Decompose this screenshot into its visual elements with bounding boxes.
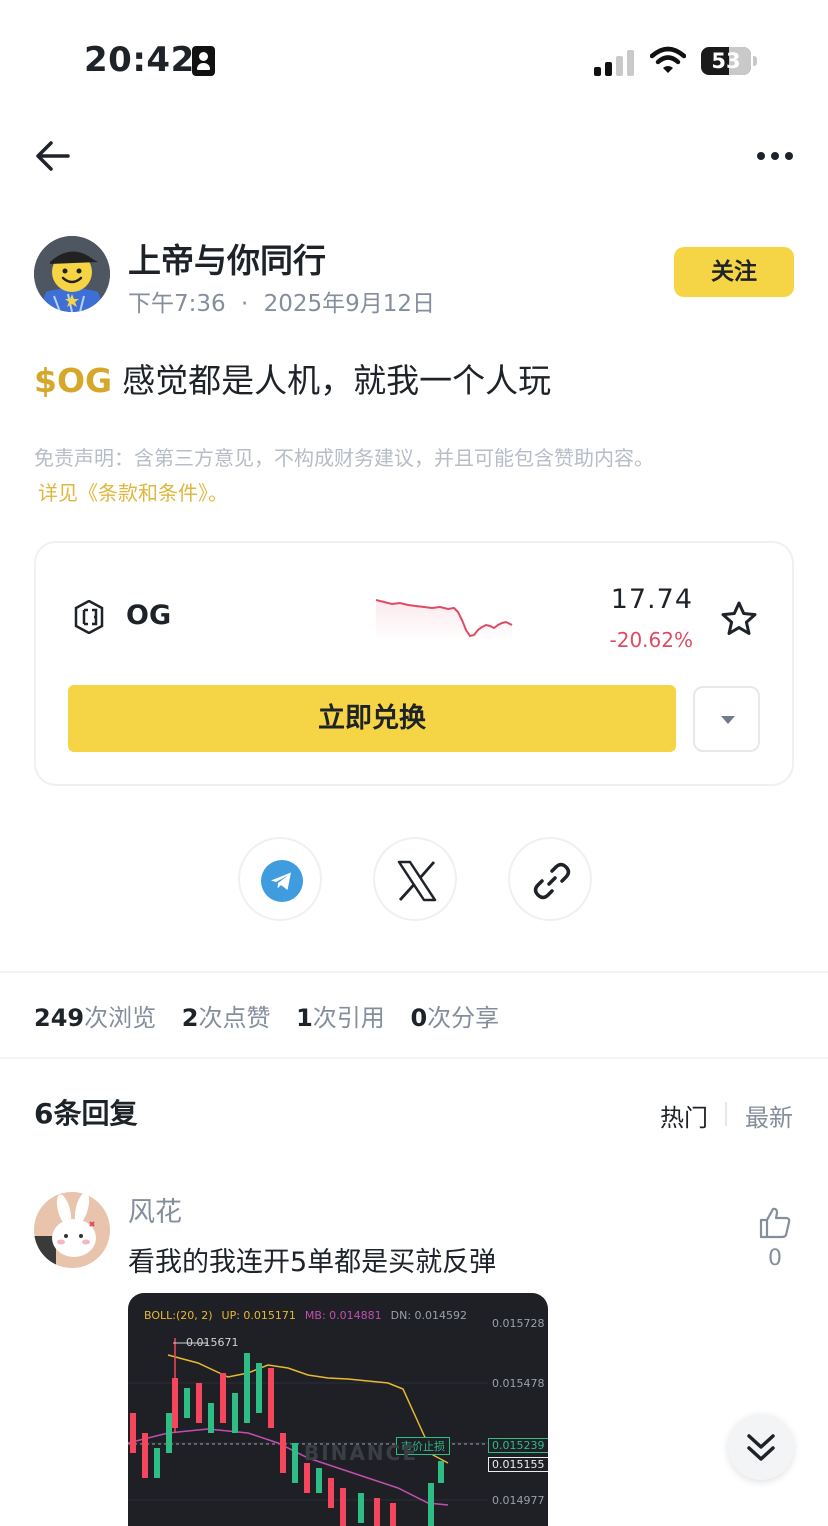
thumbs-up-icon[interactable] <box>758 1206 792 1240</box>
terms-link[interactable]: 详见《条款和条件》。 <box>38 477 228 506</box>
swap-options-dropdown[interactable] <box>693 686 760 752</box>
link-icon <box>533 862 571 900</box>
ticker-link[interactable]: $OG <box>34 361 112 400</box>
battery-level: 53 <box>711 49 741 73</box>
share-x-button[interactable] <box>373 837 457 921</box>
chart-watermark: BINANCE <box>304 1441 418 1465</box>
copy-link-button[interactable] <box>508 837 592 921</box>
likes-count: 2 <box>181 1004 199 1032</box>
section-divider <box>0 1057 828 1059</box>
favorite-star-icon[interactable] <box>720 600 758 638</box>
boll-dn: DN: 0.014592 <box>390 1309 468 1322</box>
share-telegram-button[interactable] <box>238 837 322 921</box>
post-text: 感觉都是人机，就我一个人玩 <box>122 361 552 400</box>
bunny-avatar-image <box>34 1192 110 1268</box>
author-avatar[interactable] <box>34 236 110 312</box>
quotes-count: 1 <box>296 1004 313 1032</box>
post-content: $OG 感觉都是人机，就我一个人玩 <box>34 354 551 402</box>
og-token-logo-icon <box>74 600 104 634</box>
status-time: 20:42 <box>84 40 195 80</box>
commenter-name[interactable]: 风花 <box>128 1190 182 1229</box>
scroll-to-bottom-button[interactable] <box>728 1414 794 1480</box>
token-name: OG <box>126 600 172 631</box>
price-tick: 0.015239 <box>488 1438 548 1453</box>
price-tick: 0.015155 <box>488 1457 548 1472</box>
post-timestamp: 下午7:36 · 2025年9月12日 <box>128 284 435 318</box>
tab-latest[interactable]: 最新 <box>745 1098 793 1133</box>
shares-label: 次分享 <box>427 1004 500 1032</box>
candlestick-chart <box>128 1338 488 1526</box>
author-name[interactable]: 上帝与你同行 <box>128 234 326 282</box>
follow-button[interactable]: 关注 <box>674 247 794 297</box>
boll-indicator: BOLL:(20, 2) <box>144 1309 213 1322</box>
views-count: 249 <box>34 1004 85 1032</box>
commenter-avatar[interactable] <box>34 1192 110 1268</box>
shares-count: 0 <box>410 1004 428 1032</box>
focus-mode-icon <box>192 46 215 76</box>
comment-text: 看我的我连开5单都是买就反弹 <box>128 1247 497 1278</box>
token-price-change: -20.62% <box>609 628 693 652</box>
double-chevron-down-icon <box>747 1434 775 1461</box>
price-sparkline <box>376 599 513 642</box>
swap-now-button[interactable]: 立即兑换 <box>68 685 676 752</box>
disclaimer-text: 免责声明：含第三方意见，不构成财务建议，并且可能包含赞助内容。 <box>34 446 654 470</box>
likes-label: 次点赞 <box>198 1004 271 1032</box>
x-logo-icon <box>397 860 437 902</box>
boll-up: UP: 0.015171 <box>221 1309 296 1322</box>
post-date: 2025年9月12日 <box>263 291 436 317</box>
more-options-icon[interactable] <box>756 148 794 164</box>
wifi-icon <box>650 46 686 73</box>
post-stats: 249次浏览 2次点赞 1次引用 0次分享 <box>34 998 499 1033</box>
boll-mb: MB: 0.014881 <box>304 1309 382 1322</box>
quotes-label: 次引用 <box>312 1004 385 1032</box>
comment-attached-chart-image[interactable]: BOLL:(20, 2) UP: 0.015171 MB: 0.014881 DN: … <box>128 1293 548 1526</box>
post-time: 下午7:36 <box>128 291 226 317</box>
chart-high-label: 0.015671 <box>186 1336 239 1349</box>
views-label: 次浏览 <box>84 1004 157 1032</box>
caret-down-icon <box>721 716 735 724</box>
telegram-icon <box>261 860 303 902</box>
replies-count-title: 6条回复 <box>34 1097 138 1130</box>
price-tick: 0.014977 <box>492 1494 545 1507</box>
back-arrow-icon[interactable] <box>34 140 72 172</box>
cellular-signal-icon <box>594 50 634 76</box>
chart-indicator-legend: BOLL:(20, 2) UP: 0.015171 MB: 0.014881 DN: … <box>144 1309 476 1322</box>
tab-separator <box>725 1102 727 1126</box>
battery-tip <box>753 56 757 66</box>
section-divider <box>0 971 828 973</box>
meta-dot: · <box>240 291 249 317</box>
token-price: 17.74 <box>610 584 693 615</box>
smiley-avatar-image <box>34 236 110 312</box>
comment-like-count: 0 <box>768 1246 782 1271</box>
battery-icon: 53 <box>701 47 751 75</box>
price-tick: 0.015478 <box>492 1377 545 1390</box>
price-tick: 0.015728 <box>492 1317 545 1330</box>
tab-hot[interactable]: 热门 <box>660 1098 708 1133</box>
